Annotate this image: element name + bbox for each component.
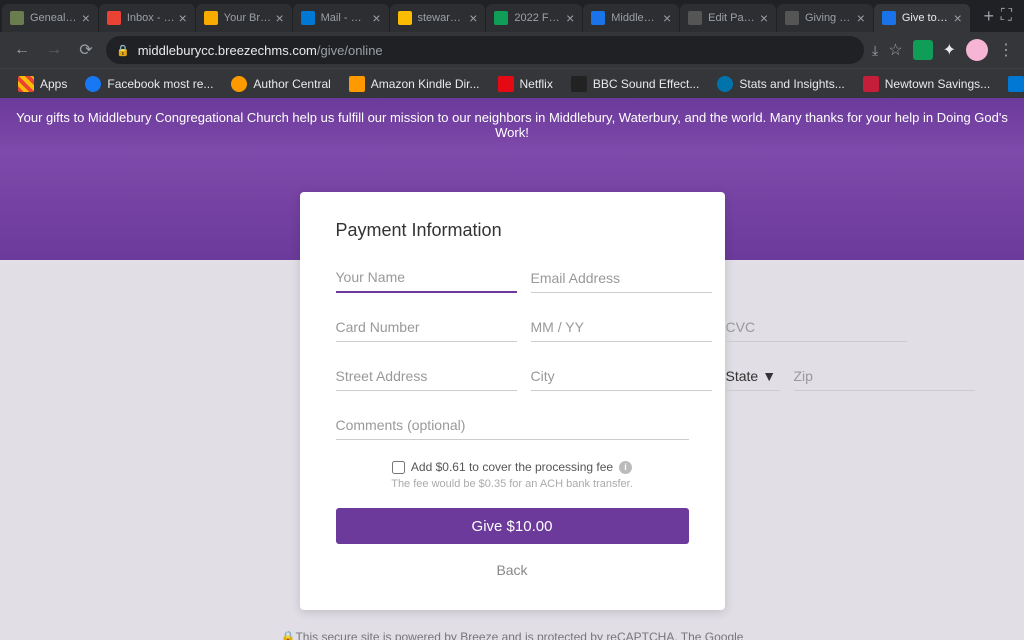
- tab-5[interactable]: 2022 FOLLO ×: [486, 4, 582, 32]
- city-field[interactable]: [531, 362, 712, 391]
- bookmark-item[interactable]: Amazon Kindle Dir...: [341, 72, 488, 96]
- tab-title: Genealogy,: [30, 12, 78, 24]
- extensions-icon[interactable]: ✦: [943, 40, 956, 60]
- bookmark-item[interactable]: Author Central: [223, 72, 338, 96]
- page-content: Your gifts to Middlebury Congregational …: [0, 98, 1024, 640]
- apps-button[interactable]: Apps: [10, 72, 75, 96]
- menu-icon[interactable]: ⋮: [998, 40, 1014, 60]
- bookmark-label: Apps: [40, 77, 67, 91]
- close-icon[interactable]: ×: [372, 10, 380, 26]
- toolbar: ← → ⟳ 🔒 middleburycc.breezechms.com/give…: [0, 32, 1024, 68]
- tab-title: Middlebury: [611, 12, 659, 24]
- state-select[interactable]: State ▼: [726, 362, 780, 391]
- tab-7[interactable]: Edit Page < ×: [680, 4, 776, 32]
- lock-icon: 🔒: [116, 44, 130, 57]
- tab-3[interactable]: Mail - How×: [293, 4, 389, 32]
- card-heading: Payment Information: [336, 220, 689, 241]
- zip-field[interactable]: [794, 362, 975, 391]
- fullscreen-icon[interactable]: ⛶: [1001, 7, 1012, 25]
- tab-8[interactable]: Giving to M ×: [777, 4, 873, 32]
- bookmark-label: Facebook most re...: [107, 77, 213, 91]
- fee-checkbox[interactable]: [392, 461, 405, 474]
- email-field[interactable]: [531, 263, 712, 293]
- install-icon[interactable]: ⤓: [872, 42, 878, 59]
- back-button[interactable]: ←: [10, 38, 34, 62]
- close-icon[interactable]: ×: [179, 10, 187, 26]
- tab-title: Mail - How: [321, 12, 369, 24]
- mission-banner: Your gifts to Middlebury Congregational …: [0, 98, 1024, 152]
- extension-icon[interactable]: [913, 40, 933, 60]
- bookmark-label: Amazon Kindle Dir...: [371, 77, 480, 91]
- tab-title: Inbox - how: [127, 12, 175, 24]
- close-icon[interactable]: ×: [82, 10, 90, 26]
- bookmark-label: Stats and Insights...: [739, 77, 844, 91]
- tab-6[interactable]: Middlebury ×: [583, 4, 679, 32]
- street-field[interactable]: [336, 362, 517, 391]
- bookmark-item[interactable]: Netflix: [490, 72, 561, 96]
- lock-icon: 🔒: [281, 630, 296, 640]
- browser-chrome: Genealogy,× Inbox - how× Your Breeze× Ma…: [0, 0, 1024, 98]
- tab-title: Edit Page <: [708, 12, 756, 24]
- give-button[interactable]: Give $10.00: [336, 508, 689, 544]
- tab-strip: Genealogy,× Inbox - how× Your Breeze× Ma…: [0, 0, 1024, 32]
- bookmark-item[interactable]: My files - OneDrive: [1000, 72, 1024, 96]
- tab-2[interactable]: Your Breeze×: [196, 4, 292, 32]
- fee-note: The fee would be $0.35 for an ACH bank t…: [336, 478, 689, 490]
- window-controls: ⛶: [1001, 7, 1022, 25]
- new-tab-button[interactable]: +: [977, 4, 1001, 28]
- bookmark-label: Author Central: [253, 77, 330, 91]
- tab-title: Give to Mid: [902, 12, 950, 24]
- bookmark-item[interactable]: Facebook most re...: [77, 72, 221, 96]
- close-icon[interactable]: ×: [275, 10, 283, 26]
- address-bar[interactable]: 🔒 middleburycc.breezechms.com/give/onlin…: [106, 36, 864, 64]
- bookmark-item[interactable]: Stats and Insights...: [709, 72, 852, 96]
- close-icon[interactable]: ×: [663, 10, 671, 26]
- bookmark-label: Netflix: [520, 77, 553, 91]
- close-icon[interactable]: ×: [760, 10, 768, 26]
- tab-4[interactable]: stewardship×: [390, 4, 486, 32]
- payment-card: Payment Information State ▼: [300, 192, 725, 610]
- tab-title: Your Breeze: [224, 12, 272, 24]
- bookmark-label: Newtown Savings...: [885, 77, 990, 91]
- expiry-field[interactable]: [531, 313, 712, 342]
- comments-field[interactable]: [336, 411, 689, 440]
- card-number-field[interactable]: [336, 313, 517, 342]
- state-label: State: [726, 368, 759, 384]
- bookmarks-bar: Apps Facebook most re... Author Central …: [0, 68, 1024, 98]
- profile-avatar[interactable]: [966, 39, 988, 61]
- tab-0[interactable]: Genealogy, ×: [2, 4, 98, 32]
- footer-note: 🔒This secure site is powered by Breeze a…: [0, 628, 1024, 640]
- tab-title: 2022 FOLLO: [514, 12, 562, 24]
- close-icon[interactable]: ×: [857, 10, 865, 26]
- bookmark-star-icon[interactable]: ☆: [888, 40, 902, 60]
- reload-button[interactable]: ⟳: [74, 38, 98, 62]
- chevron-down-icon: ▼: [762, 368, 776, 384]
- back-button[interactable]: Back: [336, 554, 689, 586]
- breeze-link[interactable]: Breeze: [460, 630, 498, 640]
- tab-1[interactable]: Inbox - how ×: [99, 4, 195, 32]
- close-icon[interactable]: ×: [469, 10, 477, 26]
- fee-label: Add $0.61 to cover the processing fee: [411, 460, 613, 474]
- close-icon[interactable]: ×: [954, 10, 962, 26]
- tab-title: Giving to M: [805, 12, 853, 24]
- url-text: middleburycc.breezechms.com/give/online: [138, 43, 383, 58]
- name-field[interactable]: [336, 263, 517, 293]
- forward-button[interactable]: →: [42, 38, 66, 62]
- bookmark-label: BBC Sound Effect...: [593, 77, 700, 91]
- cvc-field[interactable]: [726, 313, 907, 342]
- tab-9-active[interactable]: Give to Mid ×: [874, 4, 970, 32]
- close-icon[interactable]: ×: [566, 10, 574, 26]
- info-icon[interactable]: i: [619, 461, 632, 474]
- tab-title: stewardship: [418, 12, 466, 24]
- bookmark-item[interactable]: Newtown Savings...: [855, 72, 998, 96]
- bookmark-item[interactable]: BBC Sound Effect...: [563, 72, 708, 96]
